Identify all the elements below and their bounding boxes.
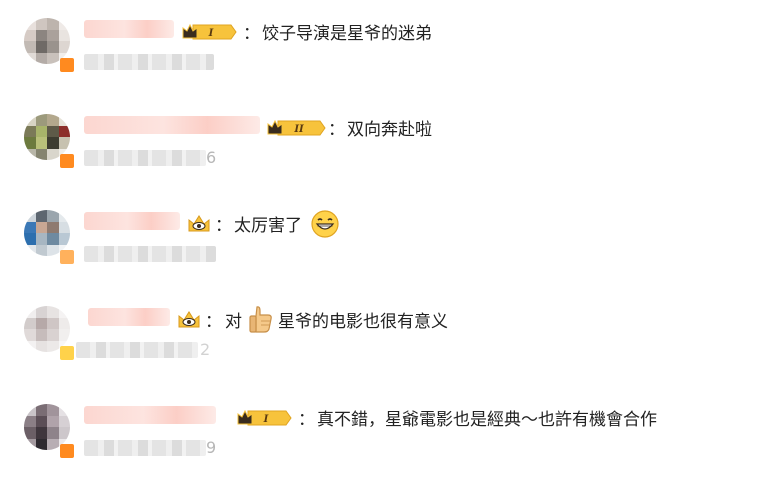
badge-level-text: I bbox=[263, 414, 269, 425]
comment-text: 星爷的电影也很有意义 bbox=[278, 312, 448, 332]
comment-item: I ： 饺子导演是星爷的迷弟 bbox=[0, 18, 771, 114]
crown-eye-badge-icon bbox=[178, 311, 200, 328]
comment-item: II ： 双向奔赴啦 6 bbox=[0, 114, 771, 210]
comment-item: ： 太厉害了 bbox=[0, 210, 771, 306]
comment-text: 饺子导演是星爷的迷弟 bbox=[262, 24, 432, 44]
username-blurred[interactable] bbox=[84, 20, 174, 38]
colon-separator: ： bbox=[205, 312, 222, 332]
crown-level-badge-icon: I bbox=[237, 409, 292, 426]
comment-text: 真不錯，星爺電影也是經典～也許有機會合作 bbox=[317, 410, 657, 430]
meta-tail: 2 bbox=[200, 340, 211, 359]
username-blurred[interactable] bbox=[88, 308, 170, 326]
comment-text-prefix: 对 bbox=[225, 312, 242, 332]
grinning-face-emoji-icon bbox=[311, 210, 339, 238]
meta-blurred bbox=[84, 440, 206, 456]
vip-badge-icon bbox=[60, 444, 74, 458]
username-blurred[interactable] bbox=[84, 212, 180, 230]
colon-separator: ： bbox=[215, 216, 232, 236]
vip-badge-icon bbox=[60, 250, 74, 264]
username-blurred[interactable] bbox=[84, 116, 260, 134]
comment-item: ： 对 星爷的电影也很有意义 2 bbox=[0, 306, 771, 402]
meta-blurred bbox=[84, 246, 216, 262]
meta-blurred bbox=[84, 150, 206, 166]
badge-level-text: I bbox=[208, 28, 214, 39]
vip-badge-icon bbox=[60, 154, 74, 168]
meta-tail: 9 bbox=[206, 438, 217, 457]
colon-separator: ： bbox=[328, 120, 345, 140]
comment-item: I ： 真不錯，星爺電影也是經典～也許有機會合作 9 bbox=[0, 404, 771, 500]
vip-badge-icon bbox=[60, 58, 74, 72]
comment-text: 太厉害了 bbox=[234, 216, 302, 236]
username-blurred[interactable] bbox=[84, 406, 216, 424]
crown-level-badge-icon: I bbox=[182, 23, 237, 40]
vip-badge-icon bbox=[60, 346, 74, 360]
meta-blurred bbox=[84, 54, 214, 70]
comment-text: 双向奔赴啦 bbox=[347, 120, 432, 140]
meta-blurred bbox=[76, 342, 198, 358]
colon-separator: ： bbox=[298, 410, 315, 430]
crown-level-badge-icon: II bbox=[267, 119, 326, 136]
crown-eye-badge-icon bbox=[188, 215, 210, 232]
thumbs-up-emoji-icon bbox=[249, 306, 272, 333]
badge-level-text: II bbox=[293, 124, 304, 135]
colon-separator: ： bbox=[243, 24, 260, 44]
meta-tail: 6 bbox=[206, 148, 217, 167]
